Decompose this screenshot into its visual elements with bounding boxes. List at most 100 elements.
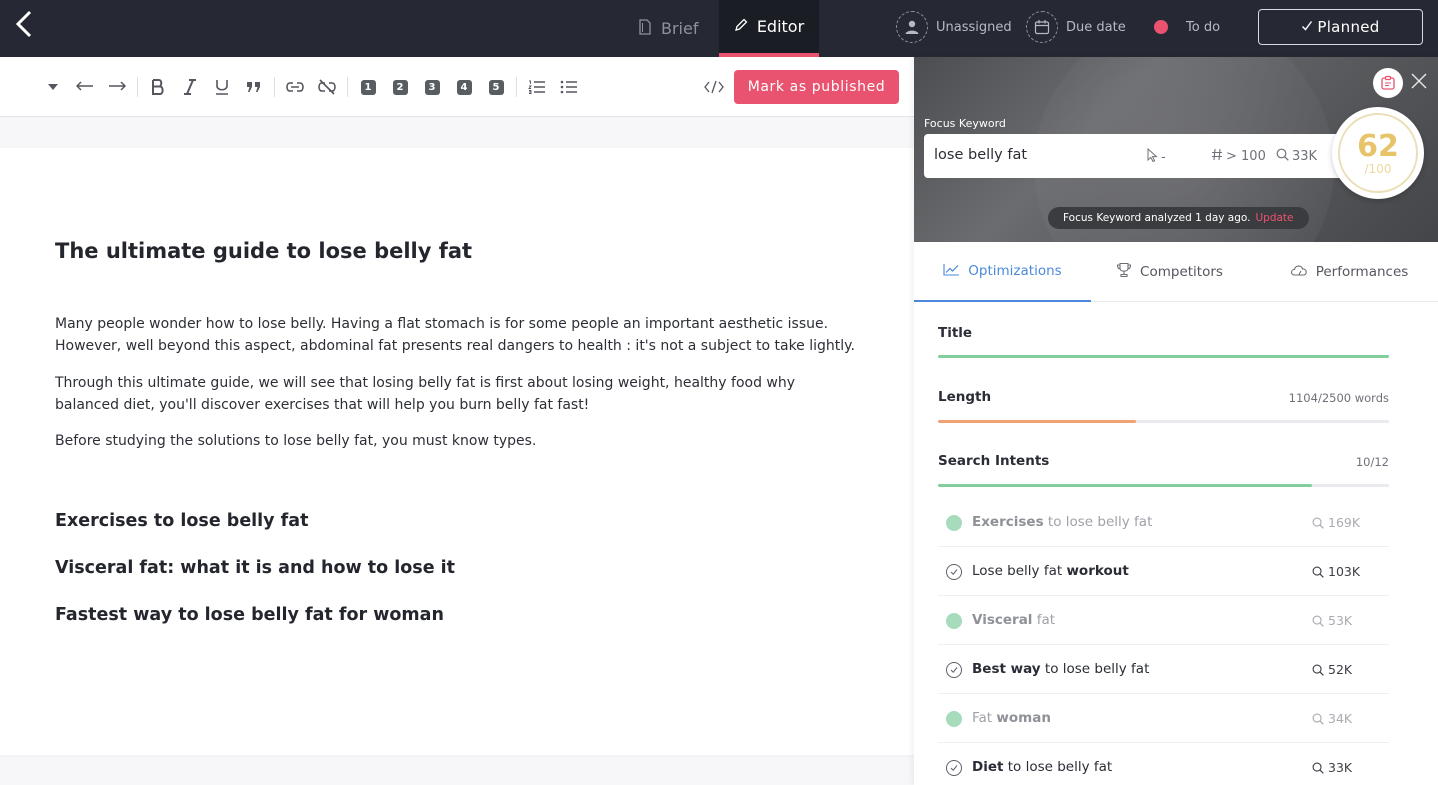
undo-icon[interactable]: [74, 76, 96, 98]
calendar-icon: [1026, 11, 1058, 43]
paragraph[interactable]: Many people wonder how to lose belly. Ha…: [55, 313, 855, 357]
pending-check-icon: [946, 760, 962, 776]
search-intent-item[interactable]: Best way to lose belly fat 52K: [938, 645, 1389, 694]
toolbar-divider: [516, 77, 517, 97]
user-icon: [896, 11, 928, 43]
mark-as-published-button[interactable]: Mark as published: [734, 70, 899, 104]
bullet-list-icon[interactable]: [558, 76, 580, 98]
search-volume-value: 169K: [1328, 515, 1361, 530]
rank-value: > 100: [1226, 149, 1266, 164]
focus-keyword-field[interactable]: lose belly fat - > 100 33K: [924, 134, 1349, 178]
tab-editor-label: Editor: [756, 17, 805, 36]
title-progress-fill: [938, 355, 1389, 358]
title-section-label: Title: [938, 325, 973, 341]
length-section-label: Length: [938, 389, 992, 405]
document-title[interactable]: The ultimate guide to lose belly fat: [55, 239, 472, 263]
search-icon: [1276, 148, 1289, 165]
search-intent-item[interactable]: Visceral fat 53K: [938, 596, 1389, 645]
top-bar: Brief Editor Unassigned Due date To do P…: [0, 0, 1438, 57]
tab-performances-label: Performances: [1315, 264, 1409, 280]
status-selector[interactable]: To do: [1154, 10, 1220, 44]
search-intent-label: Best way to lose belly fat: [972, 661, 1149, 677]
search-volume-value: 33K: [1328, 760, 1353, 775]
search-intent-item[interactable]: Fat woman 34K: [938, 694, 1389, 743]
search-icon: [1312, 664, 1324, 676]
close-icon[interactable]: [1411, 73, 1431, 93]
clipboard-icon[interactable]: [1373, 68, 1403, 98]
analysis-text: Focus Keyword analyzed 1 day ago.: [1063, 212, 1251, 224]
search-intent-text: Lose belly fat: [972, 563, 1067, 579]
search-intent-text: to lose belly fat: [1003, 759, 1113, 775]
ordered-list-icon[interactable]: [526, 76, 548, 98]
search-volume-value: 53K: [1328, 613, 1353, 628]
intents-progress-fill: [938, 484, 1313, 487]
search-volume: 169K: [1312, 515, 1360, 530]
planned-button[interactable]: Planned: [1258, 9, 1423, 45]
redo-icon[interactable]: [106, 76, 128, 98]
search-volume: 53K: [1312, 613, 1352, 628]
paragraph[interactable]: Through this ultimate guide, we will see…: [55, 372, 855, 416]
intents-progress-bar: [938, 484, 1389, 487]
back-arrow-icon[interactable]: [8, 8, 40, 40]
tab-brief[interactable]: Brief: [638, 0, 698, 57]
pending-check-icon: [946, 662, 962, 678]
heading-5-icon[interactable]: 5: [485, 76, 507, 98]
search-intent-keyword: workout: [1066, 563, 1129, 579]
heading-2-icon[interactable]: 2: [389, 76, 411, 98]
search-intent-item[interactable]: Exercises to lose belly fat 169K: [938, 498, 1389, 547]
italic-icon[interactable]: [179, 76, 201, 98]
tab-editor[interactable]: Editor: [719, 0, 819, 57]
cloud-icon: [1290, 264, 1308, 280]
tab-competitors[interactable]: Competitors: [1091, 242, 1248, 302]
heading-2-label: 2: [392, 79, 408, 95]
document-page[interactable]: The ultimate guide to lose belly fat Man…: [0, 148, 914, 755]
trend-chart-icon: [943, 263, 960, 280]
status-dot: [1154, 20, 1168, 34]
tab-brief-label: Brief: [661, 19, 699, 38]
due-date-selector[interactable]: Due date: [1026, 10, 1126, 44]
tab-performances[interactable]: Performances: [1274, 242, 1424, 302]
focus-keyword-value: lose belly fat: [934, 147, 1028, 163]
status-label: To do: [1186, 19, 1221, 35]
search-intent-label: Visceral fat: [972, 612, 1055, 628]
tab-optimizations[interactable]: Optimizations: [914, 242, 1091, 302]
intents-section-label: Search Intents: [938, 453, 1050, 469]
search-intent-item[interactable]: Diet to lose belly fat 33K: [938, 743, 1389, 785]
hash-icon: [1211, 148, 1223, 165]
subheading[interactable]: Exercises to lose belly fat: [55, 511, 308, 531]
panel-tabs: Optimizations Competitors Performances: [914, 242, 1438, 302]
heading-4-label: 4: [456, 79, 472, 95]
search-intent-keyword: Best way: [972, 661, 1041, 677]
score-ring: [1338, 113, 1418, 193]
planned-label: Planned: [1317, 18, 1380, 36]
update-link[interactable]: Update: [1255, 212, 1293, 224]
unlink-icon[interactable]: [316, 76, 338, 98]
completed-check-icon: [946, 711, 962, 727]
search-icon: [1312, 762, 1324, 774]
underline-icon[interactable]: [211, 76, 233, 98]
assignee-selector[interactable]: Unassigned: [896, 10, 1012, 44]
toolbar-divider: [274, 77, 275, 97]
link-icon[interactable]: [284, 76, 306, 98]
heading-3-icon[interactable]: 3: [421, 76, 443, 98]
tab-optimizations-label: Optimizations: [968, 263, 1062, 279]
quote-icon[interactable]: [243, 76, 265, 98]
bold-icon[interactable]: [147, 76, 169, 98]
search-intent-label: Diet to lose belly fat: [972, 759, 1112, 775]
search-intent-item[interactable]: Lose belly fat workout 103K: [938, 547, 1389, 596]
dropdown-caret-icon[interactable]: [42, 76, 64, 98]
heading-1-label: 1: [360, 79, 376, 95]
heading-1-icon[interactable]: 1: [357, 76, 379, 98]
code-icon[interactable]: [703, 76, 725, 98]
subheading[interactable]: Visceral fat: what it is and how to lose…: [55, 558, 455, 578]
heading-4-icon[interactable]: 4: [453, 76, 475, 98]
document-icon: [638, 18, 652, 39]
length-progress-bar: [938, 420, 1389, 423]
paragraph[interactable]: Before studying the solutions to lose be…: [55, 430, 855, 452]
search-icon: [1312, 566, 1324, 578]
search-intent-label: Fat woman: [972, 710, 1051, 726]
length-progress-fill: [938, 420, 1137, 423]
subheading[interactable]: Fastest way to lose belly fat for woman: [55, 605, 444, 625]
volume-value: 33K: [1292, 149, 1318, 164]
clicks-stat: -: [1147, 147, 1166, 166]
